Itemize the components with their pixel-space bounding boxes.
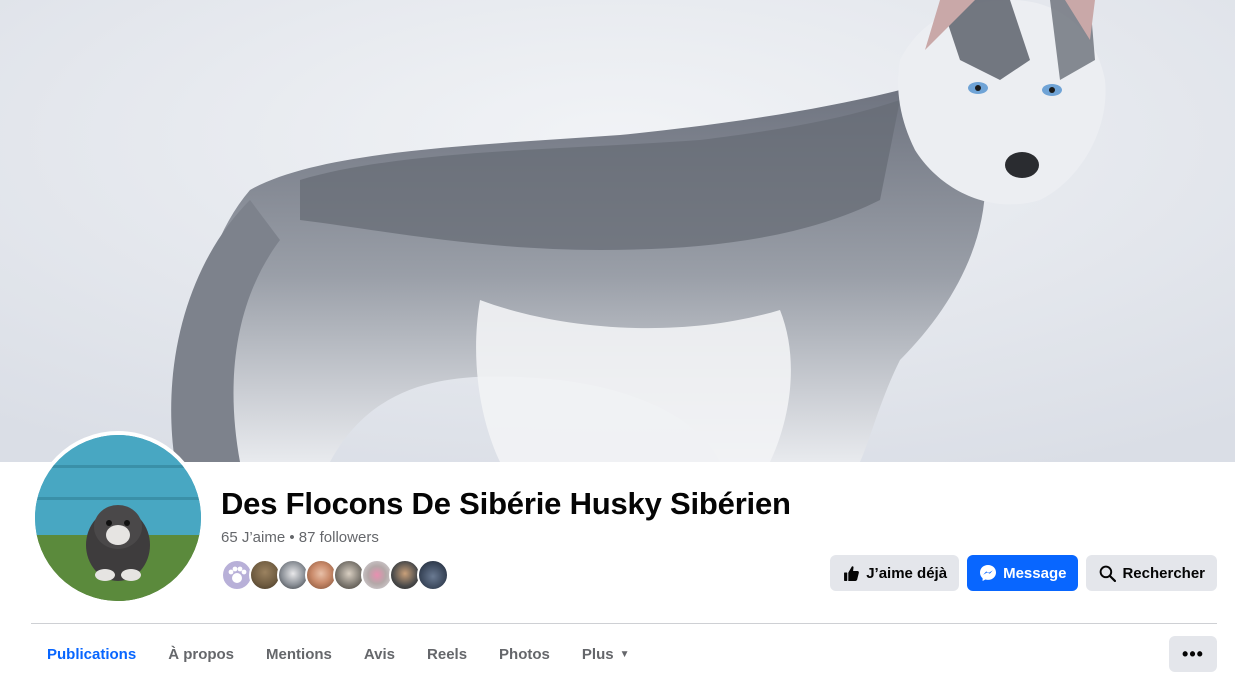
message-button-label: Message	[1003, 564, 1067, 582]
page-title: Des Flocons De Sibérie Husky Sibérien	[221, 486, 791, 521]
page-stats[interactable]: 65 J’aime • 87 followers	[221, 529, 379, 546]
search-button[interactable]: Rechercher	[1086, 555, 1217, 591]
header-divider	[31, 623, 1217, 624]
tab-mentions[interactable]: Mentions	[250, 636, 348, 672]
husky-illustration	[0, 0, 1235, 462]
search-button-label: Rechercher	[1122, 564, 1205, 582]
tab-reels[interactable]: Reels	[411, 636, 483, 672]
message-button[interactable]: Message	[967, 555, 1079, 591]
follower-avatars	[221, 559, 449, 591]
cover-photo[interactable]	[0, 0, 1235, 462]
more-options-button[interactable]: •••	[1169, 636, 1217, 672]
like-button[interactable]: J’aime déjà	[830, 555, 960, 591]
tab-label: Avis	[363, 645, 396, 663]
thumbs-up-icon	[842, 564, 860, 582]
tab-reviews[interactable]: Avis	[348, 636, 411, 672]
tab-publications[interactable]: Publications	[31, 636, 152, 672]
ellipsis-icon: •••	[1182, 644, 1204, 664]
like-button-label: J’aime déjà	[866, 564, 948, 582]
paw-icon	[228, 566, 247, 583]
messenger-icon	[979, 564, 997, 582]
caret-down-icon: ▼	[619, 648, 630, 660]
puppy-illustration	[35, 435, 201, 601]
tab-label: À propos	[168, 645, 235, 663]
tab-label: Photos	[499, 645, 550, 663]
tab-photos[interactable]: Photos	[483, 636, 566, 672]
tab-label: Reels	[427, 645, 468, 663]
page-tabs: Publications À propos Mentions Avis Reel…	[31, 636, 645, 672]
tab-label: Mentions	[266, 645, 332, 663]
page-actions: J’aime déjà Message Rechercher	[830, 555, 1217, 591]
group-avatar[interactable]	[417, 559, 449, 591]
search-icon	[1098, 564, 1116, 582]
tab-label: Plus	[581, 645, 614, 663]
tab-label: Publications	[47, 645, 137, 663]
facebook-page: Des Flocons De Sibérie Husky Sibérien 65…	[0, 0, 1235, 677]
tab-more[interactable]: Plus ▼	[566, 636, 646, 672]
tab-about[interactable]: À propos	[152, 636, 250, 672]
puppy-photo	[35, 435, 201, 601]
profile-avatar[interactable]	[31, 431, 205, 605]
